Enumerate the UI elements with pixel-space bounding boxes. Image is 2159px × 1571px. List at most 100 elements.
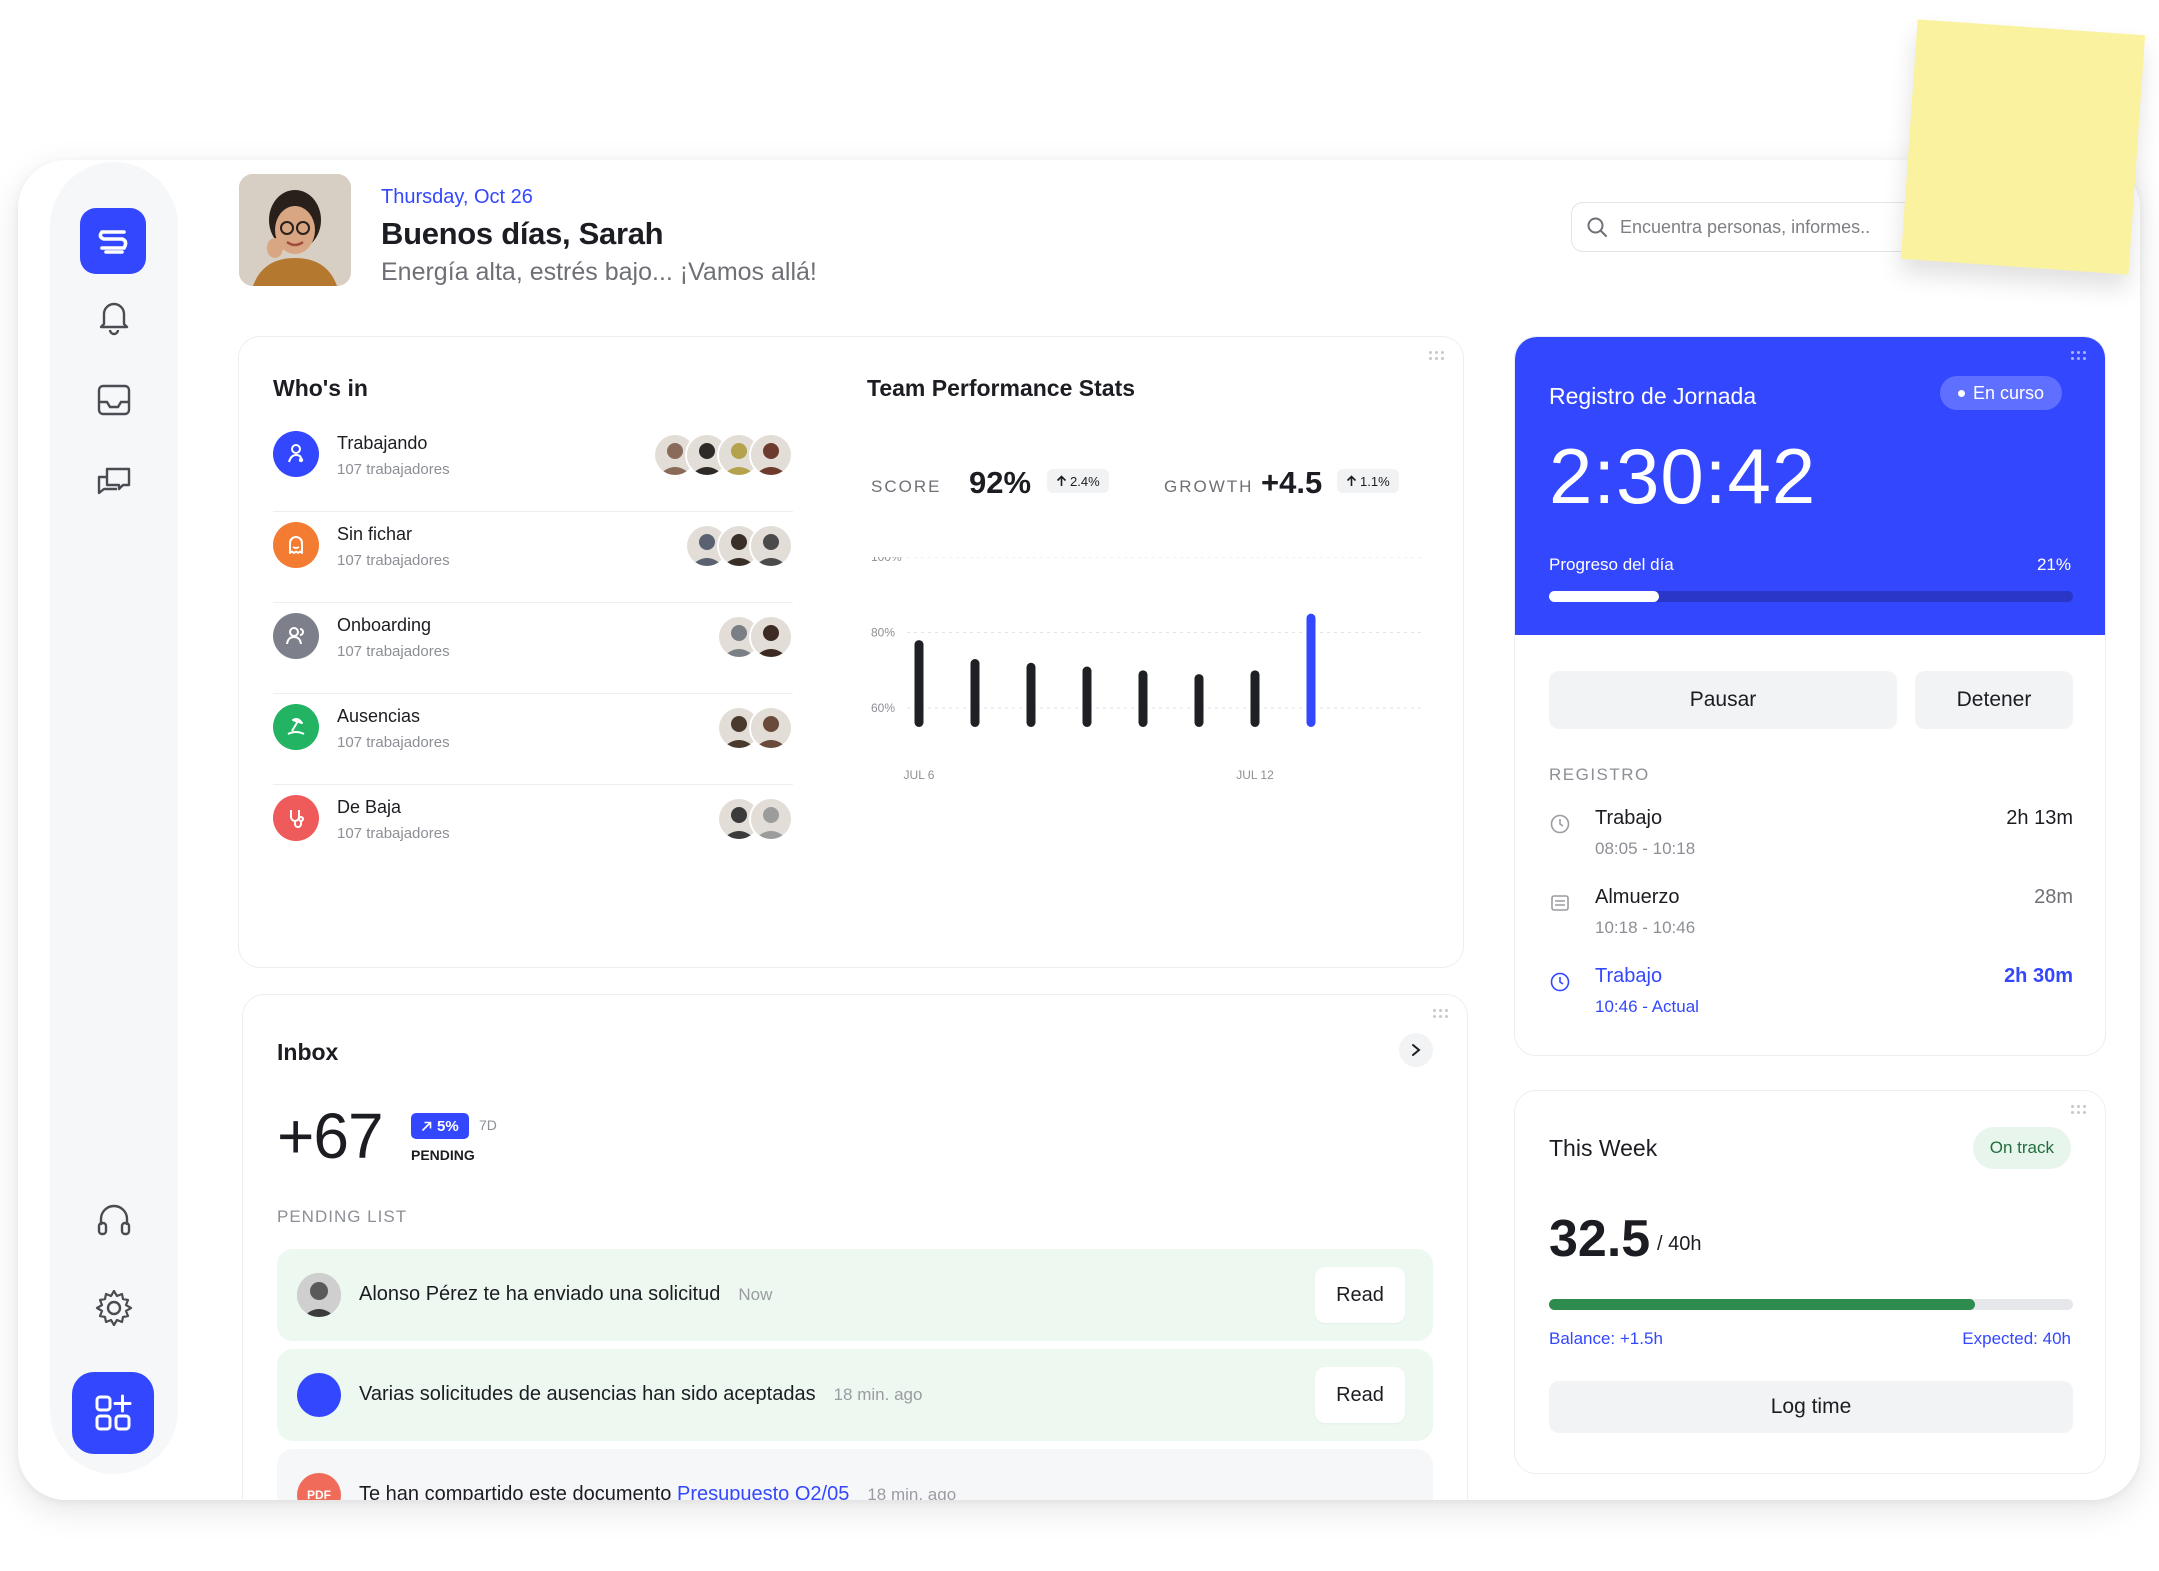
drag-handle-icon[interactable] xyxy=(1429,351,1447,361)
week-title: This Week xyxy=(1549,1135,1658,1161)
read-button[interactable]: Read xyxy=(1315,1367,1405,1423)
week-hours: 32.5 xyxy=(1549,1210,1651,1268)
inbox-pending-label: PENDING xyxy=(411,1147,475,1163)
y-tick-label: 100% xyxy=(871,557,902,564)
whos-in-row[interactable]: Onboarding 107 trabajadores xyxy=(273,603,793,694)
avatar-stack[interactable] xyxy=(717,615,793,659)
drag-handle-icon[interactable] xyxy=(2071,1105,2089,1115)
chart-bar[interactable] xyxy=(1250,670,1260,727)
whos-in-row-count: 107 trabajadores xyxy=(337,552,450,569)
registro-entry-duration: 2h 13m xyxy=(2006,807,2073,829)
chart-bar[interactable] xyxy=(1026,662,1036,727)
sender-avatar xyxy=(297,1273,341,1317)
whos-in-row-label: Sin fichar xyxy=(337,524,413,544)
whos-in-row-count: 107 trabajadores xyxy=(337,461,450,478)
registro-title: Registro de Jornada xyxy=(1549,383,1757,409)
chart-bar[interactable] xyxy=(1306,613,1316,727)
registro-entry-name: Trabajo xyxy=(1595,965,1663,987)
apps-grid-icon[interactable] xyxy=(72,1372,154,1454)
chart-bar[interactable] xyxy=(970,659,980,727)
pending-item-text: Alonso Pérez te ha enviado una solicitud… xyxy=(359,1283,773,1305)
pending-item[interactable]: Varias solicitudes de ausencias han sido… xyxy=(277,1349,1433,1441)
inbox-icon[interactable] xyxy=(90,376,138,424)
app-window: Thursday, Oct 26 Buenos días, Sarah Ener… xyxy=(18,160,2140,1500)
registro-entry[interactable]: Trabajo 10:46 - Actual 2h 30m xyxy=(1549,965,2073,1035)
chart-bar[interactable] xyxy=(1138,670,1148,727)
inbox-period: 7D xyxy=(479,1117,497,1133)
list-icon xyxy=(1549,892,1571,914)
clock-icon xyxy=(1549,813,1571,835)
whos-in-row[interactable]: Sin fichar 107 trabajadores xyxy=(273,512,793,603)
stop-button[interactable]: Detener xyxy=(1915,671,2073,729)
performance-bar-chart: 100% 80% 60% JUL 6 JUL 12 xyxy=(871,557,1423,782)
avatar-stack[interactable] xyxy=(717,706,793,750)
score-change-badge: 2.4% xyxy=(1047,469,1109,493)
user-avatar[interactable] xyxy=(239,174,351,286)
y-tick-label: 60% xyxy=(871,701,895,715)
chart-bar[interactable] xyxy=(914,640,924,727)
registro-entry[interactable]: Almuerzo 10:18 - 10:46 28m xyxy=(1549,886,2073,956)
people-icon xyxy=(273,613,319,659)
whos-in-row[interactable]: Trabajando 107 trabajadores xyxy=(273,421,793,512)
timer-display: 2:30:42 xyxy=(1549,432,1817,520)
status-dot-icon xyxy=(1958,389,1965,397)
registro-entry-time: 08:05 - 10:18 xyxy=(1595,839,1696,858)
drag-handle-icon[interactable] xyxy=(2071,351,2089,361)
chart-bar[interactable] xyxy=(1194,674,1204,727)
x-tick-label: JUL 12 xyxy=(1236,768,1274,782)
inbox-next-button[interactable] xyxy=(1399,1033,1433,1067)
growth-value: +4.5 xyxy=(1261,465,1323,500)
inbox-card: Inbox +67 5% 7D PENDING PENDING LIST Alo… xyxy=(242,994,1468,1500)
week-target: / 40h xyxy=(1657,1233,1702,1255)
week-progress-fill xyxy=(1549,1299,1975,1310)
week-status-pill: On track xyxy=(1972,1127,2071,1169)
log-time-button[interactable]: Log time xyxy=(1549,1381,2073,1433)
x-tick-label: JUL 6 xyxy=(904,768,935,782)
chevron-right-icon xyxy=(1412,1044,1421,1056)
registro-entry-name: Trabajo xyxy=(1595,807,1663,829)
whos-in-row-count: 107 trabajadores xyxy=(337,643,450,660)
whos-in-row-label: Ausencias xyxy=(337,706,421,726)
avatar-stack[interactable] xyxy=(717,797,793,841)
registro-entry-name: Almuerzo xyxy=(1595,886,1680,908)
week-expected: Expected: 40h xyxy=(1962,1329,2071,1348)
chat-icon[interactable] xyxy=(90,458,138,506)
day-progress-fill xyxy=(1549,591,1660,602)
search-icon xyxy=(1587,217,1607,237)
week-balance: Balance: +1.5h xyxy=(1549,1329,1663,1348)
chart-bar[interactable] xyxy=(1082,666,1092,727)
registro-entry[interactable]: Trabajo 08:05 - 10:18 2h 13m xyxy=(1549,807,2073,877)
greeting-subtitle: Energía alta, estrés bajo... ¡Vamos allá… xyxy=(381,258,817,286)
inbox-title: Inbox xyxy=(277,1039,339,1065)
avatar-stack[interactable] xyxy=(653,433,793,477)
person-working-icon xyxy=(273,431,319,477)
whos-in-performance-card: Who's in Trabajando 107 trabajadores Sin f… xyxy=(238,336,1464,968)
whos-in-row-label: Onboarding xyxy=(337,615,432,635)
avatar-stack[interactable] xyxy=(685,524,793,568)
pause-button[interactable]: Pausar xyxy=(1549,671,1897,729)
search-input[interactable] xyxy=(1620,216,1920,238)
registro-entry-time: 10:46 - Actual xyxy=(1595,997,1699,1016)
gear-icon[interactable] xyxy=(90,1284,138,1332)
greeting-title: Buenos días, Sarah xyxy=(381,216,664,251)
pending-item[interactable]: PDF Te han compartido este documento Pre… xyxy=(277,1449,1433,1500)
whos-in-row[interactable]: De Baja 107 trabajadores xyxy=(273,785,793,876)
brand-logo-icon[interactable] xyxy=(80,208,146,274)
headset-icon[interactable] xyxy=(90,1196,138,1244)
document-link[interactable]: Presupuesto Q2/05 xyxy=(677,1483,849,1500)
pending-list-label: PENDING LIST xyxy=(277,1207,408,1226)
week-progress-bar xyxy=(1549,1299,2073,1310)
sticky-note[interactable] xyxy=(1900,19,2146,275)
pending-item[interactable]: Alonso Pérez te ha enviado una solicitud… xyxy=(277,1249,1433,1341)
beach-icon xyxy=(273,704,319,750)
drag-handle-icon[interactable] xyxy=(1433,1009,1451,1019)
current-date: Thursday, Oct 26 xyxy=(381,186,533,208)
bell-icon[interactable] xyxy=(90,292,138,340)
medical-icon xyxy=(273,795,319,841)
avatar xyxy=(749,797,793,841)
whos-in-row-count: 107 trabajadores xyxy=(337,825,450,842)
read-button[interactable]: Read xyxy=(1315,1267,1405,1323)
whos-in-row[interactable]: Ausencias 107 trabajadores xyxy=(273,694,793,785)
avatar xyxy=(749,433,793,477)
status-pill: En curso xyxy=(1940,376,2063,410)
